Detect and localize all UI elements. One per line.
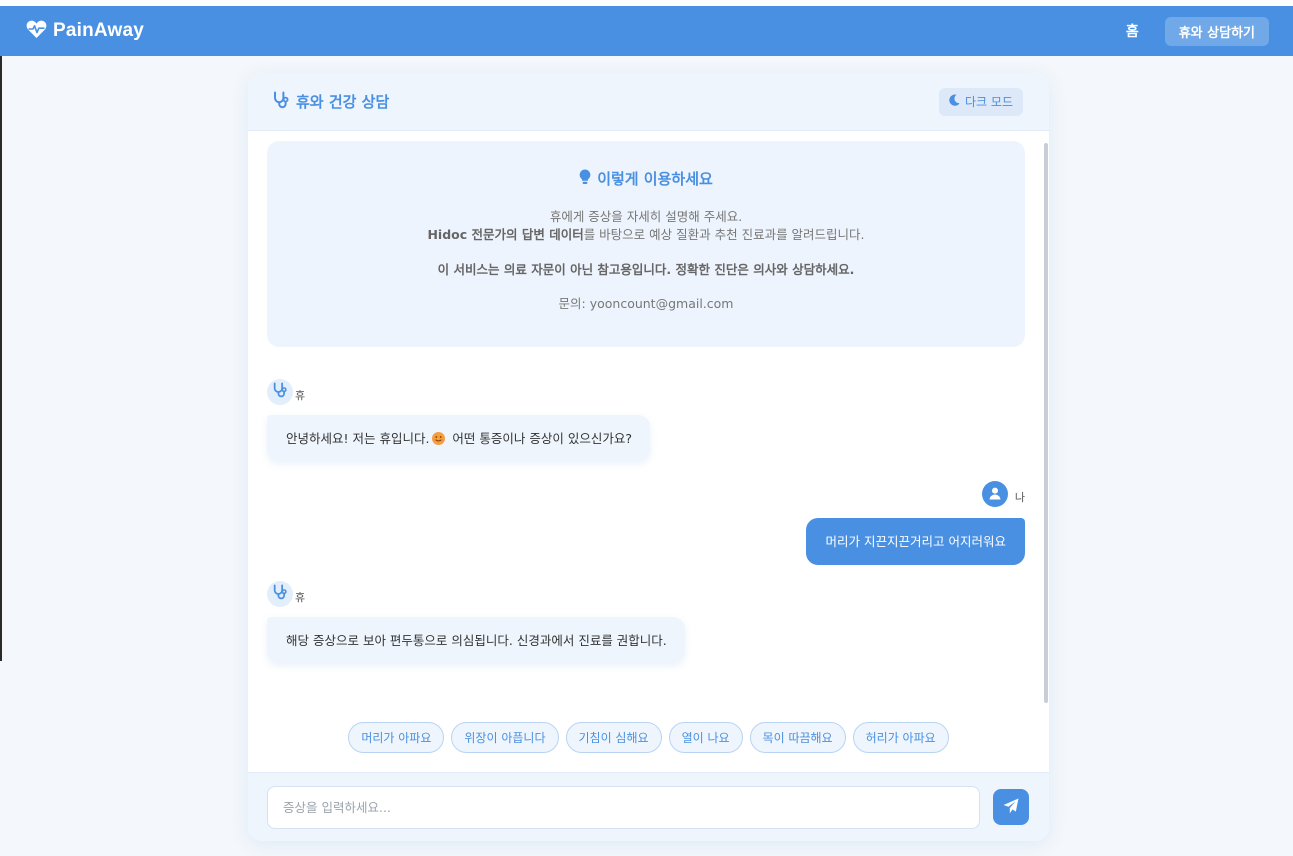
dark-mode-button[interactable]: 다크 모드 bbox=[939, 87, 1023, 116]
quick-reply-chip[interactable]: 머리가 아파요 bbox=[348, 722, 445, 753]
bot-sender-label: 휴 bbox=[295, 591, 306, 604]
bot-message-bubble: 해당 증상으로 보아 편두통으로 의심됩니다. 신경과에서 진료를 권합니다. bbox=[267, 617, 685, 663]
brand-name: PainAway bbox=[53, 20, 145, 41]
message-text-continued: 어떤 통증이나 증상이 있으신가요? bbox=[448, 431, 632, 446]
guide-title: 이렇게 이용하세요 bbox=[597, 170, 713, 188]
user-avatar bbox=[981, 481, 1008, 507]
paper-plane-icon bbox=[1003, 798, 1019, 817]
guide-source-strong: Hidoc 전문가의 답변 데이터 bbox=[427, 227, 584, 242]
quick-reply-chip[interactable]: 열이 나요 bbox=[668, 722, 743, 753]
quick-reply-chip[interactable]: 위장이 아픕니다 bbox=[451, 722, 559, 753]
quick-reply-chip[interactable]: 허리가 아파요 bbox=[852, 722, 949, 753]
brand-logo[interactable]: PainAway bbox=[26, 20, 144, 43]
stethoscope-icon bbox=[272, 584, 288, 604]
quick-reply-chip[interactable]: 기침이 심해요 bbox=[565, 722, 662, 753]
smiling-face-icon bbox=[432, 432, 446, 445]
stethoscope-icon bbox=[272, 91, 290, 113]
message-text: 안녕하세요! 저는 휴입니다. bbox=[286, 431, 430, 446]
quick-reply-chip[interactable]: 목이 따끔해요 bbox=[749, 722, 846, 753]
heart-pulse-icon bbox=[26, 20, 47, 43]
bot-avatar bbox=[267, 379, 293, 405]
chat-header: 휴와 건강 상담 다크 모드 bbox=[248, 73, 1049, 131]
guide-notice: 이 서비스는 의료 자문이 아닌 참고용입니다. 정확한 진단은 의사와 상담하… bbox=[437, 262, 855, 277]
bot-message: 휴 해당 증상으로 보아 편두통으로 의심됩니다. 신경과에서 진료를 권합니다… bbox=[267, 581, 685, 663]
bot-sender-label: 휴 bbox=[295, 389, 306, 402]
user-icon bbox=[989, 485, 1001, 504]
bot-message-bubble: 안녕하세요! 저는 휴입니다. 어떤 통증이나 증상이 있으신가요? bbox=[267, 415, 650, 461]
user-message: 나 머리가 지끈지끈거리고 어지러워요 bbox=[805, 481, 1025, 565]
chat-panel: 휴와 건강 상담 다크 모드 이렇게 이용하세요 휴에게 증상을 자세히 설명해… bbox=[248, 73, 1049, 841]
window-edge bbox=[0, 56, 2, 661]
nav-home-link[interactable]: 홈 bbox=[1118, 15, 1147, 47]
user-message-bubble: 머리가 지끈지끈거리고 어지러워요 bbox=[805, 518, 1025, 565]
guide-line-2-rest: 를 바탕으로 예상 질환과 추천 진료과를 알려드립니다. bbox=[583, 227, 865, 242]
user-sender-label: 나 bbox=[1014, 491, 1025, 504]
message-input-bar bbox=[248, 772, 1049, 841]
lightbulb-icon bbox=[579, 168, 591, 189]
send-button[interactable] bbox=[993, 789, 1029, 825]
bot-message: 휴 안녕하세요! 저는 휴입니다. 어떤 통증이나 증상이 있으신가요? bbox=[267, 379, 650, 461]
nav-consult-button[interactable]: 휴와 상담하기 bbox=[1164, 16, 1269, 46]
guide-contact: 문의: yooncount@gmail.com bbox=[558, 296, 734, 311]
navbar: PainAway 홈 휴와 상담하기 bbox=[0, 6, 1293, 56]
moon-icon bbox=[949, 94, 960, 109]
dark-mode-label: 다크 모드 bbox=[965, 95, 1013, 109]
bot-avatar bbox=[267, 581, 293, 607]
quick-reply-list: 머리가 아파요 위장이 아픕니다 기침이 심해요 열이 나요 목이 따끔해요 허… bbox=[248, 722, 1049, 753]
chat-title: 휴와 건강 상담 bbox=[296, 93, 390, 111]
symptom-input[interactable] bbox=[267, 786, 980, 829]
usage-guide: 이렇게 이용하세요 휴에게 증상을 자세히 설명해 주세요. Hidoc 전문가… bbox=[267, 141, 1025, 347]
stethoscope-icon bbox=[272, 382, 288, 402]
guide-line-2: Hidoc 전문가의 답변 데이터를 바탕으로 예상 질환과 추천 진료과를 알… bbox=[267, 226, 1025, 244]
guide-line-1: 휴에게 증상을 자세히 설명해 주세요. bbox=[549, 209, 743, 224]
chat-scrollbar[interactable] bbox=[1044, 143, 1048, 703]
